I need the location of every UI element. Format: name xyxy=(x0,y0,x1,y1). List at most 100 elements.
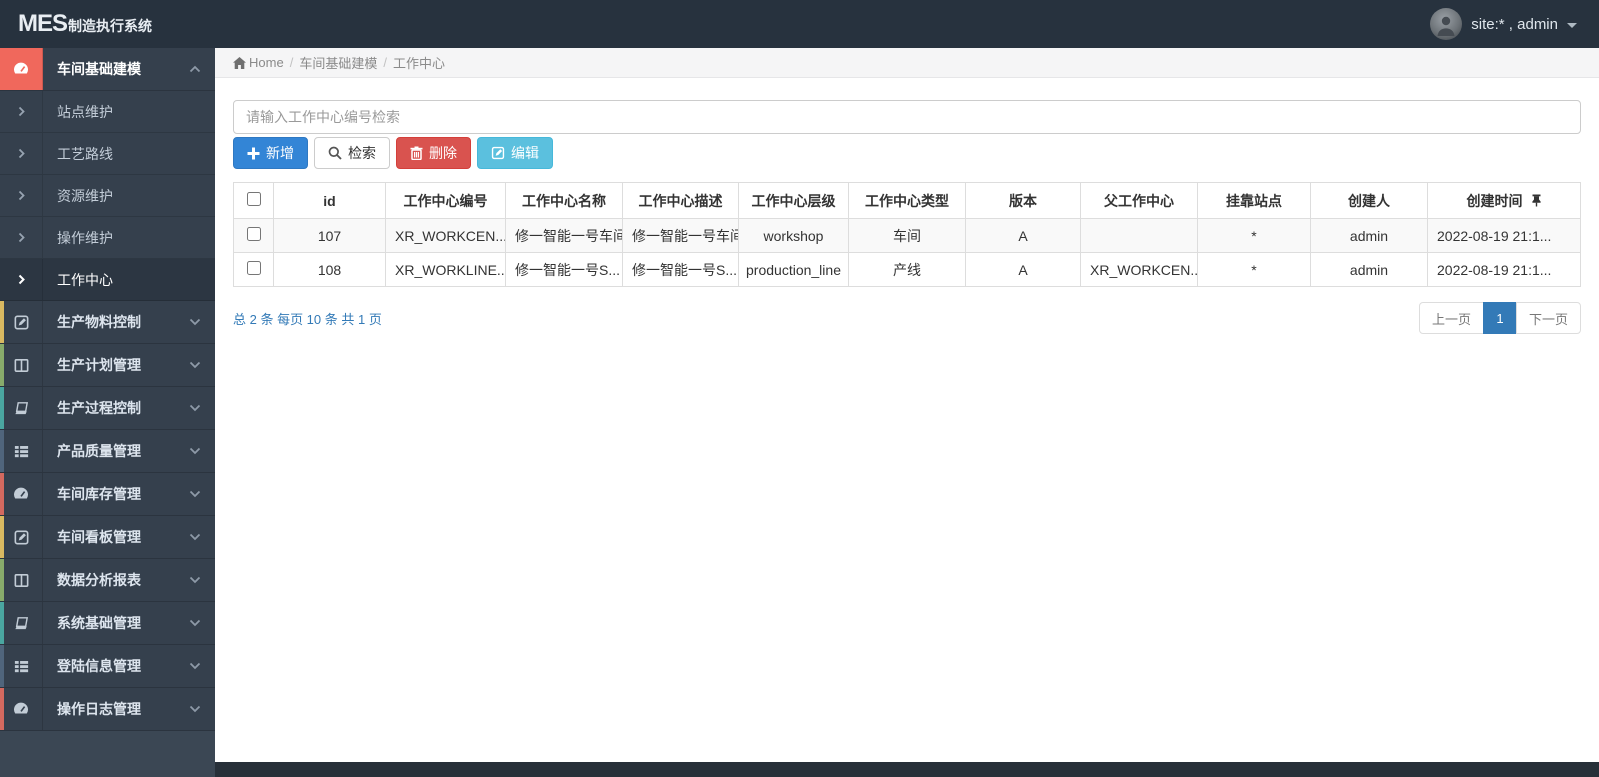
delete-button[interactable]: 删除 xyxy=(396,137,471,169)
sidebar-item-operation-maintenance[interactable]: 操作维护 xyxy=(0,217,215,259)
cell-code: XR_WORKLINE... xyxy=(385,252,506,287)
sidebar-group-data-analysis[interactable]: 数据分析报表 xyxy=(0,559,215,602)
row-checkbox[interactable] xyxy=(246,261,261,275)
sidebar-group-board-management[interactable]: 车间看板管理 xyxy=(0,516,215,559)
sidebar-group-label: 生产计划管理 xyxy=(57,357,141,373)
sidebar-item-resource-maintenance[interactable]: 资源维护 xyxy=(0,175,215,217)
search-button-label: 检索 xyxy=(348,145,376,161)
column-header-level: 工作中心层级 xyxy=(738,182,849,219)
row-checkbox-cell xyxy=(233,252,274,287)
cell-level: workshop xyxy=(738,218,849,253)
cell-name: 修一智能一号S... xyxy=(505,252,623,287)
user-menu[interactable]: site:* , admin xyxy=(1430,8,1599,40)
edit-button[interactable]: 编辑 xyxy=(477,137,553,169)
search-input[interactable] xyxy=(233,100,1581,134)
cell-id: 107 xyxy=(273,218,386,253)
add-button[interactable]: 新增 xyxy=(233,137,308,169)
stripe xyxy=(0,473,4,515)
sidebar-group-system-management[interactable]: 系统基础管理 xyxy=(0,602,215,645)
breadcrumb-home-link[interactable]: Home xyxy=(233,55,284,70)
row-checkbox-cell xyxy=(233,218,274,253)
toolbar: 新增 检索 删除 编辑 xyxy=(233,137,1581,169)
select-all-checkbox[interactable] xyxy=(246,192,261,206)
breadcrumb-separator: / xyxy=(289,55,294,70)
main-area: Home / 车间基础建模 / 工作中心 新增 检索 删除 编辑 xyxy=(215,48,1599,762)
dashboard-icon xyxy=(0,688,43,730)
search-button[interactable]: 检索 xyxy=(314,137,390,169)
chevron-right-icon xyxy=(0,217,43,258)
stripe xyxy=(0,559,4,601)
sidebar-group-plan-management[interactable]: 生产计划管理 xyxy=(0,344,215,387)
column-header-parent: 父工作中心 xyxy=(1080,182,1198,219)
sidebar-footer xyxy=(0,731,215,777)
chevron-down-icon xyxy=(189,705,201,713)
sidebar-item-work-center[interactable]: 工作中心 xyxy=(0,259,215,301)
page-1-button[interactable]: 1 xyxy=(1482,302,1517,334)
sidebar-item-label: 工作中心 xyxy=(57,271,113,288)
breadcrumb-home-label: Home xyxy=(249,55,284,70)
sidebar-group-workshop-modeling[interactable]: 车间基础建模 xyxy=(0,48,215,91)
caret-down-icon xyxy=(1567,22,1577,28)
home-icon xyxy=(233,56,246,69)
book-icon xyxy=(0,387,43,429)
row-checkbox[interactable] xyxy=(246,227,261,241)
next-page-button[interactable]: 下一页 xyxy=(1515,302,1581,334)
header-checkbox-cell xyxy=(233,182,274,219)
list-icon xyxy=(0,430,43,472)
column-header-version: 版本 xyxy=(965,182,1081,219)
sidebar-item-label: 资源维护 xyxy=(57,187,113,204)
pagination-summary: 总 2 条 每页 10 条 共 1 页 xyxy=(233,311,382,327)
chevron-right-icon xyxy=(0,259,43,300)
cell-station: * xyxy=(1197,218,1311,253)
dashboard-icon xyxy=(0,48,43,90)
sidebar-group-operation-log[interactable]: 操作日志管理 xyxy=(0,688,215,731)
sidebar-group-label: 操作日志管理 xyxy=(57,701,141,717)
stripe xyxy=(0,516,4,558)
cell-level: production_line xyxy=(738,252,849,287)
sidebar-group-login-info[interactable]: 登陆信息管理 xyxy=(0,645,215,688)
column-header-type: 工作中心类型 xyxy=(848,182,966,219)
user-avatar xyxy=(1430,8,1463,40)
sidebar: 车间基础建模 站点维护 工艺路线 资源维护 操作维护 工作中心 生产物料控制 生… xyxy=(0,48,215,777)
sidebar-group-label: 车间基础建模 xyxy=(57,61,141,77)
sidebar-group-inventory-management[interactable]: 车间库存管理 xyxy=(0,473,215,516)
sidebar-item-station-maintenance[interactable]: 站点维护 xyxy=(0,91,215,133)
chevron-down-icon xyxy=(189,490,201,498)
sidebar-group-material-control[interactable]: 生产物料控制 xyxy=(0,301,215,344)
person-icon xyxy=(1437,16,1455,36)
pagination-bar: 总 2 条 每页 10 条 共 1 页 上一页 1 下一页 xyxy=(233,302,1581,334)
logo-secondary-text: 制造执行系统 xyxy=(68,18,153,34)
stripe xyxy=(0,430,4,472)
pin-icon[interactable] xyxy=(1531,194,1542,207)
sidebar-group-label: 产品质量管理 xyxy=(57,443,141,459)
sidebar-item-label: 工艺路线 xyxy=(57,145,113,162)
breadcrumb-current: 工作中心 xyxy=(392,56,445,71)
breadcrumb: Home / 车间基础建模 / 工作中心 xyxy=(215,48,1599,78)
sidebar-group-label: 登陆信息管理 xyxy=(57,658,141,674)
cell-type: 车间 xyxy=(848,218,966,253)
cell-version: A xyxy=(965,252,1081,287)
sidebar-group-label: 数据分析报表 xyxy=(57,572,141,588)
breadcrumb-level1-link[interactable]: 车间基础建模 xyxy=(299,53,377,72)
plus-icon xyxy=(247,147,260,159)
sidebar-group-quality-management[interactable]: 产品质量管理 xyxy=(0,430,215,473)
stripe xyxy=(0,645,4,687)
sidebar-group-label: 系统基础管理 xyxy=(57,615,141,631)
sidebar-group-process-control[interactable]: 生产过程控制 xyxy=(0,387,215,430)
work-center-table: id 工作中心编号 工作中心名称 工作中心描述 工作中心层级 工作中心类型 版本… xyxy=(233,182,1581,287)
sidebar-item-process-route[interactable]: 工艺路线 xyxy=(0,133,215,175)
topbar: MES 制造执行系统 site:* , admin xyxy=(0,0,1599,48)
edit-icon xyxy=(0,516,43,558)
book-icon xyxy=(0,602,43,644)
chevron-down-icon xyxy=(189,662,201,670)
columns-icon xyxy=(0,344,43,386)
cell-description: 修一智能一号S... xyxy=(622,252,739,287)
column-header-created-time: 创建时间 xyxy=(1427,182,1581,219)
logo-primary-text: MES xyxy=(18,10,68,37)
cell-code: XR_WORKCEN... xyxy=(385,218,506,253)
prev-page-button[interactable]: 上一页 xyxy=(1418,302,1484,334)
columns-icon xyxy=(0,559,43,601)
edit-button-label: 编辑 xyxy=(511,145,539,161)
edit-icon xyxy=(491,146,505,160)
table-row: 107 XR_WORKCEN... 修一智能一号车间 修一智能一号车间 work… xyxy=(233,218,1581,253)
